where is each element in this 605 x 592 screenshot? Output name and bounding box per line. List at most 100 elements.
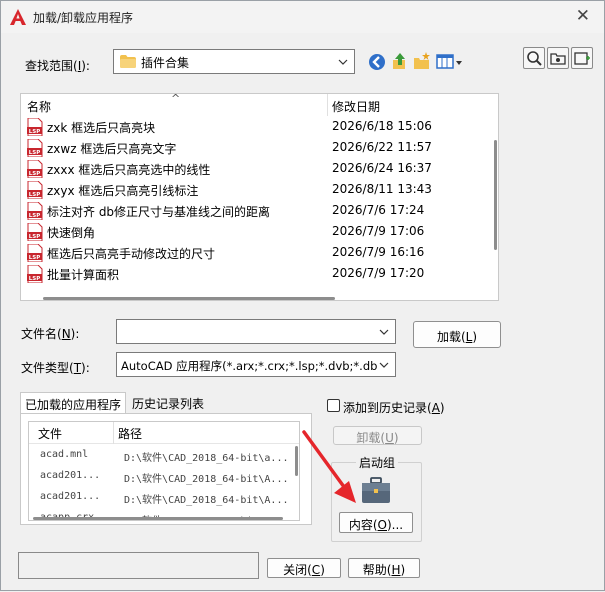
lsp-file-icon: LSP	[27, 160, 43, 178]
views-menu-icon[interactable]	[436, 52, 464, 72]
file-date: 2026/7/9 17:06	[332, 224, 425, 238]
tab-history[interactable]: 历史记录列表	[128, 392, 208, 414]
lsp-file-icon: LSP	[27, 202, 43, 220]
chevron-down-icon	[338, 59, 348, 65]
file-row[interactable]: LSP zxk 框选后只高亮块 2026/6/18 15:06	[21, 116, 491, 137]
folder-icon	[120, 55, 136, 68]
loaded-app-row[interactable]: acad201... D:\软件\CAD_2018_64-bit\A...	[29, 465, 293, 486]
filetype-combo[interactable]: AutoCAD 应用程序(*.arx;*.crx;*.lsp;*.dvb;*.d…	[116, 352, 396, 377]
add-to-history-label[interactable]: 添加到历史记录(A)	[343, 399, 445, 416]
filename-combo[interactable]	[116, 319, 396, 344]
file-row[interactable]: LSP 框选后只高亮手动修改过的尺寸 2026/7/9 16:16	[21, 242, 491, 263]
file-name: zxyx 框选后只高亮引线标注	[47, 184, 199, 198]
file-name: 批量计算面积	[47, 268, 120, 282]
network-button[interactable]	[571, 47, 593, 69]
status-field	[18, 552, 259, 579]
tab-bar: 已加载的应用程序 历史记录列表	[20, 392, 310, 414]
find-button[interactable]	[523, 47, 545, 69]
chevron-down-icon	[379, 362, 389, 368]
loaded-apps-list[interactable]: 文件 路径 acad.mnl D:\软件\CAD_2018_64-bit\a...…	[28, 421, 300, 521]
loaded-app-row[interactable]: acad.mnl D:\软件\CAD_2018_64-bit\a...	[29, 444, 293, 465]
loaded-app-file: acad.mnl	[40, 449, 89, 460]
chevron-down-icon	[379, 329, 389, 335]
search-icon	[527, 51, 542, 66]
contents-button[interactable]: 内容(O)...	[339, 512, 413, 533]
file-date: 2026/6/22 11:57	[332, 140, 432, 154]
loaded-app-path: D:\软件\CAD_2018_64-bit\A...	[124, 495, 289, 506]
loaded-apps-vscroll[interactable]	[295, 444, 299, 514]
lookin-value: 插件合集	[141, 56, 190, 70]
file-date: 2026/7/9 16:16	[332, 245, 425, 259]
lsp-file-icon: LSP	[27, 223, 43, 241]
file-date: 2026/7/9 17:20	[332, 266, 425, 280]
file-row[interactable]: LSP 快速倒角 2026/7/9 17:06	[21, 221, 491, 242]
briefcase-icon	[362, 477, 390, 503]
help-button[interactable]: 帮助(H)	[348, 558, 420, 578]
add-to-history-checkbox[interactable]	[327, 399, 340, 412]
lsp-file-icon: LSP	[27, 181, 43, 199]
loaded-app-file: acad201...	[40, 491, 101, 502]
file-name: 标注对齐 db修正尺寸与基准线之间的距离	[47, 205, 271, 219]
close-button[interactable]: 关闭(C)	[267, 558, 341, 578]
file-name: zxwz 框选后只高亮文字	[47, 142, 177, 156]
file-list-vscroll[interactable]	[491, 94, 498, 294]
lsp-icon-label: LSP	[29, 150, 41, 156]
filetype-value: AutoCAD 应用程序(*.arx;*.crx;*.lsp;*.dvb;*.d…	[121, 359, 377, 373]
lsp-icon-label: LSP	[29, 213, 41, 219]
lsp-file-icon: LSP	[27, 265, 43, 283]
title-bar: 加载/卸载应用程序 ✕	[1, 1, 604, 33]
unload-button[interactable]: 卸载(U)	[333, 426, 422, 445]
startup-suite-title: 启动组	[356, 454, 399, 471]
file-name: zxxx 框选后只高亮选中的线性	[47, 163, 211, 177]
file-list-vscroll-thumb[interactable]	[494, 140, 497, 250]
load-button[interactable]: 加载(L)	[413, 321, 501, 348]
lsp-file-icon: LSP	[27, 244, 43, 262]
file-date: 2026/7/6 17:24	[332, 203, 425, 217]
tab-loaded-apps[interactable]: 已加载的应用程序	[20, 392, 126, 414]
window-title: 加载/卸载应用程序	[33, 11, 134, 25]
lookin-label: 查找范围(I):	[25, 59, 90, 73]
loaded-apps-hscroll-thumb[interactable]	[33, 517, 283, 520]
close-window-button[interactable]: ✕	[576, 6, 590, 26]
file-row[interactable]: LSP zxyx 框选后只高亮引线标注 2026/8/11 13:43	[21, 179, 491, 200]
file-row[interactable]: LSP 标注对齐 db修正尺寸与基准线之间的距离 2026/7/6 17:24	[21, 200, 491, 221]
dialog-window: 加载/卸载应用程序 ✕ 查找范围(I): 插件合集 名称 ^ 修改日期 LSP …	[0, 0, 605, 591]
up-folder-icon[interactable]	[390, 51, 410, 71]
file-row[interactable]: LSP zxxx 框选后只高亮选中的线性 2026/6/24 16:37	[21, 158, 491, 179]
file-name: 框选后只高亮手动修改过的尺寸	[47, 247, 216, 261]
lsp-file-icon: LSP	[27, 118, 43, 136]
filetype-label: 文件类型(T):	[21, 361, 90, 375]
loaded-app-row[interactable]: acad201... D:\软件\CAD_2018_64-bit\A...	[29, 486, 293, 507]
lsp-icon-label: LSP	[29, 129, 41, 135]
column-header-path[interactable]: 路径	[118, 425, 142, 442]
file-list-hscroll-thumb[interactable]	[43, 297, 335, 300]
column-separator	[327, 94, 328, 116]
file-date: 2026/6/18 15:06	[332, 119, 432, 133]
folder-add-icon	[574, 52, 590, 65]
tools-button[interactable]	[547, 47, 569, 69]
filename-label: 文件名(N):	[21, 327, 80, 341]
lsp-icon-label: LSP	[29, 171, 41, 177]
file-row[interactable]: LSP zxwz 框选后只高亮文字 2026/6/22 11:57	[21, 137, 491, 158]
loaded-apps-header: 文件 路径	[29, 422, 299, 444]
file-name: 快速倒角	[47, 226, 96, 240]
new-folder-icon[interactable]	[412, 51, 432, 71]
loaded-apps-vscroll-thumb[interactable]	[295, 446, 298, 476]
loaded-apps-panel: 文件 路径 acad.mnl D:\软件\CAD_2018_64-bit\a...…	[20, 413, 312, 525]
folder-tools-icon	[550, 53, 566, 65]
file-date: 2026/8/11 13:43	[332, 182, 432, 196]
column-header-file[interactable]: 文件	[38, 425, 62, 442]
lookin-combo[interactable]: 插件合集	[113, 49, 355, 74]
column-header-name[interactable]: 名称	[27, 98, 51, 115]
file-date: 2026/6/24 16:37	[332, 161, 432, 175]
column-separator	[113, 422, 114, 444]
lsp-icon-label: LSP	[29, 234, 41, 240]
loaded-app-file: acad201...	[40, 470, 101, 481]
back-icon[interactable]	[367, 52, 387, 72]
loaded-app-path: D:\软件\CAD_2018_64-bit\A...	[124, 474, 289, 485]
file-row[interactable]: LSP 批量计算面积 2026/7/9 17:20	[21, 263, 491, 284]
file-list[interactable]: 名称 ^ 修改日期 LSP zxk 框选后只高亮块 2026/6/18 15:06 L…	[20, 93, 499, 301]
lsp-icon-label: LSP	[29, 276, 41, 282]
sort-caret-icon: ^	[171, 93, 181, 105]
column-header-date[interactable]: 修改日期	[332, 98, 380, 115]
